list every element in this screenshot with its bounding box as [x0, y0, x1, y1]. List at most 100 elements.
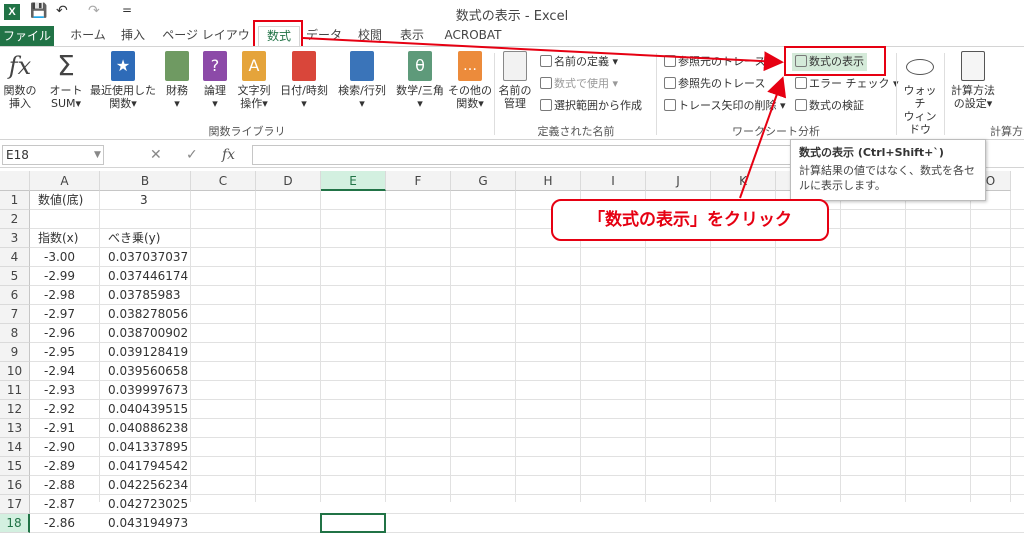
cell-a10[interactable]: -2.94 [44, 362, 75, 381]
chevron-down-icon[interactable]: ▼ [94, 150, 101, 160]
cell-b4[interactable]: 0.037037037 [108, 248, 188, 267]
remove-arrows-button[interactable]: トレース矢印の削除 ▾ [664, 97, 785, 115]
column-header-k[interactable]: K [711, 171, 776, 191]
cell-a14[interactable]: -2.90 [44, 438, 75, 457]
cell-a9[interactable]: -2.95 [44, 343, 75, 362]
cell-b11[interactable]: 0.039997673 [108, 381, 188, 400]
cancel-icon[interactable]: ✕ [150, 147, 162, 163]
cell-a15[interactable]: -2.89 [44, 457, 75, 476]
name-box[interactable]: E18 [2, 145, 104, 165]
row-header-14[interactable]: 14 [0, 438, 30, 457]
cell-a11[interactable]: -2.93 [44, 381, 75, 400]
row-header-5[interactable]: 5 [0, 267, 30, 286]
financial-button[interactable]: 財務 ▾ [160, 51, 194, 110]
autosum-button[interactable]: Σ オート SUM▾ [46, 51, 86, 111]
row-header-2[interactable]: 2 [0, 210, 30, 229]
row-header-9[interactable]: 9 [0, 343, 30, 362]
cell-b13[interactable]: 0.040886238 [108, 419, 188, 438]
column-header-i[interactable]: I [581, 171, 646, 191]
cell-b14[interactable]: 0.041337895 [108, 438, 188, 457]
cell-a5[interactable]: -2.99 [44, 267, 75, 286]
tab-data[interactable]: データ [306, 26, 342, 46]
tab-review[interactable]: 校閲 [354, 26, 386, 46]
cell-a13[interactable]: -2.91 [44, 419, 75, 438]
tab-page-layout[interactable]: ページ レイアウト [160, 26, 252, 60]
row-header-4[interactable]: 4 [0, 248, 30, 267]
tab-home[interactable]: ホーム [70, 26, 106, 46]
enter-icon[interactable]: ✓ [186, 147, 198, 163]
column-header-b[interactable]: B [100, 171, 191, 191]
cell-b17[interactable]: 0.042723025 [108, 495, 188, 514]
column-header-c[interactable]: C [191, 171, 256, 191]
column-header-j[interactable]: J [646, 171, 711, 191]
row-header-3[interactable]: 3 [0, 229, 30, 248]
cell-a4[interactable]: -3.00 [44, 248, 75, 267]
cell-a12[interactable]: -2.92 [44, 400, 75, 419]
cell-a8[interactable]: -2.96 [44, 324, 75, 343]
row-header-16[interactable]: 16 [0, 476, 30, 495]
tab-view[interactable]: 表示 [396, 26, 428, 46]
recent-functions-button[interactable]: ★ 最近使用した 関数▾ [88, 51, 158, 110]
cell-b3[interactable]: べき乗(y) [108, 229, 160, 248]
row-header-12[interactable]: 12 [0, 400, 30, 419]
column-header-d[interactable]: D [256, 171, 321, 191]
trace-precedents-button[interactable]: 参照元のトレース [664, 53, 765, 71]
cell-a7[interactable]: -2.97 [44, 305, 75, 324]
selected-cell-e18[interactable] [320, 513, 386, 533]
math-button[interactable]: θ 数学/三角 ▾ [392, 51, 448, 110]
watch-window-button[interactable]: ウォッチ ウィンドウ [900, 51, 940, 136]
row-header-7[interactable]: 7 [0, 305, 30, 324]
tab-insert[interactable]: 挿入 [118, 26, 148, 46]
cell-b8[interactable]: 0.038700902 [108, 324, 188, 343]
define-name-button[interactable]: 名前の定義 ▾ [540, 53, 618, 71]
cell-b5[interactable]: 0.037446174 [108, 267, 188, 286]
row-header-18[interactable]: 18 [0, 514, 30, 533]
text-functions-button[interactable]: A 文字列 操作▾ [234, 51, 274, 110]
column-header-h[interactable]: H [516, 171, 581, 191]
evaluate-formula-button[interactable]: 数式の検証 [795, 97, 864, 115]
use-in-formula-button[interactable]: 数式で使用 ▾ [540, 75, 618, 93]
tab-acrobat[interactable]: ACROBAT [438, 26, 508, 46]
row-header-15[interactable]: 15 [0, 457, 30, 476]
cell-b6[interactable]: 0.03785983 [108, 286, 181, 305]
column-header-a[interactable]: A [30, 171, 100, 191]
cell-b18[interactable]: 0.043194973 [108, 514, 188, 533]
select-all-corner[interactable] [0, 171, 30, 191]
cell-a1[interactable]: 数値(底) [38, 191, 83, 210]
more-functions-button[interactable]: … その他の 関数▾ [448, 51, 492, 110]
cell-a6[interactable]: -2.98 [44, 286, 75, 305]
cell-a17[interactable]: -2.87 [44, 495, 75, 514]
trace-dependents-button[interactable]: 参照先のトレース [664, 75, 765, 93]
lookup-button[interactable]: 検索/行列 ▾ [334, 51, 390, 110]
cell-b12[interactable]: 0.040439515 [108, 400, 188, 419]
cell-a18[interactable]: -2.86 [44, 514, 75, 533]
cell-a16[interactable]: -2.88 [44, 476, 75, 495]
row-header-11[interactable]: 11 [0, 381, 30, 400]
cell-b16[interactable]: 0.042256234 [108, 476, 188, 495]
insert-function-icon[interactable]: fx [222, 147, 235, 163]
cell-b1[interactable]: 3 [140, 191, 148, 210]
tab-file[interactable]: ファイル [0, 26, 54, 46]
row-header-8[interactable]: 8 [0, 324, 30, 343]
cell-b7[interactable]: 0.038278056 [108, 305, 188, 324]
create-from-selection-button[interactable]: 選択範囲から作成 [540, 97, 642, 115]
datetime-button[interactable]: 日付/時刻 ▾ [276, 51, 332, 110]
row-header-6[interactable]: 6 [0, 286, 30, 305]
column-header-e[interactable]: E [321, 171, 386, 191]
name-manager-button[interactable]: 名前の 管理 [498, 51, 532, 110]
formula-input[interactable] [252, 145, 792, 165]
calc-options-button[interactable]: 計算方法 の設定▾ [948, 51, 998, 110]
row-header-10[interactable]: 10 [0, 362, 30, 381]
column-header-g[interactable]: G [451, 171, 516, 191]
row-header-1[interactable]: 1 [0, 191, 30, 210]
row-header-13[interactable]: 13 [0, 419, 30, 438]
cell-b9[interactable]: 0.039128419 [108, 343, 188, 362]
row-header-17[interactable]: 17 [0, 495, 30, 514]
cell-a3[interactable]: 指数(x) [38, 229, 78, 248]
error-check-button[interactable]: エラー チェック ▾ [795, 75, 899, 93]
insert-function-button[interactable]: fx 関数の 挿入 [2, 51, 38, 110]
column-header-f[interactable]: F [386, 171, 451, 191]
cell-b10[interactable]: 0.039560658 [108, 362, 188, 381]
cell-b15[interactable]: 0.041794542 [108, 457, 188, 476]
logical-button[interactable]: ? 論理 ▾ [198, 51, 232, 110]
